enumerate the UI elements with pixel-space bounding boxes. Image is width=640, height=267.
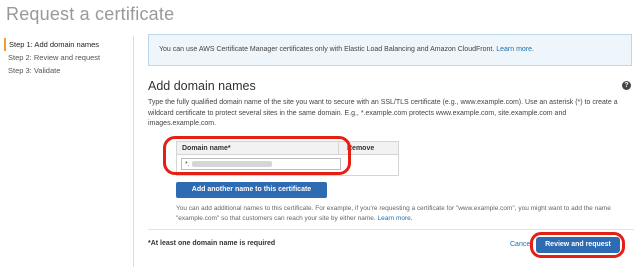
add-note-learn-more-link[interactable]: Learn more. (378, 215, 413, 222)
section-title: Add domain names (148, 79, 256, 93)
step-add-domain-names[interactable]: Step 1: Add domain names (4, 38, 128, 51)
highlight-domain-input (163, 136, 351, 175)
page-title: Request a certificate (6, 4, 175, 24)
add-another-name-button[interactable]: Add another name to this certificate (176, 182, 327, 198)
section-description: Type the fully qualified domain name of … (148, 99, 618, 127)
cancel-link[interactable]: Cancel (510, 241, 532, 248)
info-learn-more-link[interactable]: Learn more. (496, 46, 534, 53)
add-names-note: You can add additional names to this cer… (176, 204, 632, 224)
steps-divider (133, 36, 134, 267)
step-validate[interactable]: Step 3: Validate (4, 64, 128, 77)
info-banner: You can use AWS Certificate Manager cert… (148, 34, 632, 66)
wizard-steps: Step 1: Add domain names Step 2: Review … (4, 38, 128, 77)
highlight-review-button (530, 232, 625, 258)
footer-divider (148, 229, 634, 230)
required-note: *At least one domain name is required (148, 240, 276, 247)
step-review-and-request[interactable]: Step 2: Review and request (4, 51, 128, 64)
info-text: You can use AWS Certificate Manager cert… (159, 46, 497, 53)
question-icon[interactable]: ? (622, 81, 631, 90)
